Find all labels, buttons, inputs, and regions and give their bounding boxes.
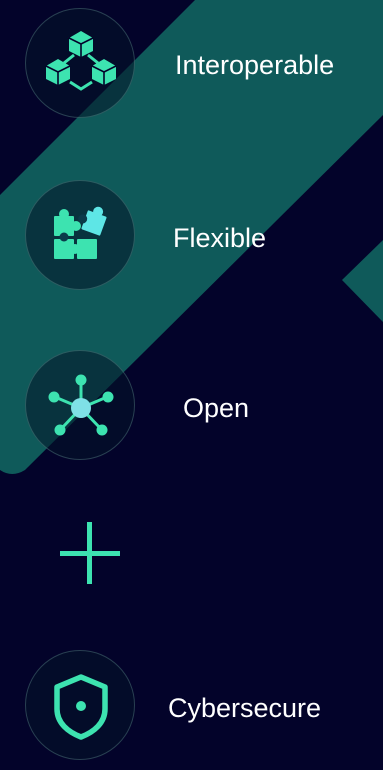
feature-flexible: Flexible [0,180,383,300]
feature-interoperable: Interoperable [0,8,383,128]
feature-open: Open [0,350,383,470]
feature-icon-circle [25,8,135,118]
plus-icon [60,522,120,584]
feature-label: Interoperable [175,50,335,80]
network-hub-icon [48,374,114,436]
shield-icon [54,674,108,740]
connected-cubes-icon [45,31,117,91]
feature-icon-circle [25,180,135,290]
feature-icon-circle [25,650,135,760]
puzzle-pieces-icon [54,206,107,259]
feature-cybersecure: Cybersecure [0,650,383,770]
feature-label: Open [183,393,250,423]
feature-label: Cybersecure [168,693,322,723]
feature-label: Flexible [173,223,267,253]
feature-icon-circle [25,350,135,460]
